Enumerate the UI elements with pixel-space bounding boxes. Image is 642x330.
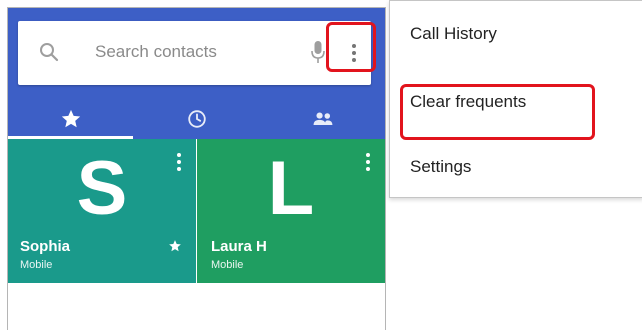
favorites-grid: S Sophia Mobile L Laura H Mobile <box>8 139 385 283</box>
menu-item-label: Call History <box>410 24 497 43</box>
contact-name: Sophia <box>20 238 71 255</box>
search-input[interactable]: Search contacts <box>95 42 217 62</box>
contact-more-icon[interactable] <box>174 153 184 175</box>
menu-item-clear-frequents[interactable]: Clear frequents <box>390 73 642 133</box>
favorite-tile-laura-h[interactable]: L Laura H Mobile <box>197 139 385 283</box>
contact-more-icon[interactable] <box>363 153 373 175</box>
contact-name: Laura H <box>211 238 267 255</box>
tab-bar <box>8 98 385 139</box>
menu-item-call-history[interactable]: Call History <box>390 7 642 67</box>
menu-item-settings[interactable]: Settings <box>390 139 642 199</box>
tab-recents[interactable] <box>134 98 259 139</box>
favorite-tile-sophia[interactable]: S Sophia Mobile <box>8 139 196 283</box>
more-options-icon[interactable] <box>342 41 366 65</box>
contact-phone-type: Mobile <box>20 259 53 271</box>
search-icon[interactable] <box>38 41 60 63</box>
menu-item-label: Settings <box>410 157 472 176</box>
tab-favorites[interactable] <box>8 98 133 139</box>
people-icon <box>313 112 332 125</box>
menu-item-label: Clear frequents <box>410 92 527 111</box>
tab-contacts[interactable] <box>260 98 385 139</box>
contact-phone-type: Mobile <box>211 259 244 271</box>
star-icon <box>61 109 80 128</box>
contact-initial: S <box>76 146 128 231</box>
starred-icon <box>169 240 181 252</box>
clock-icon <box>187 110 206 128</box>
microphone-icon[interactable] <box>311 40 325 64</box>
contact-initial: L <box>267 146 315 231</box>
contacts-app: Search contacts S Sophia Mobile L Laura … <box>7 7 386 330</box>
search-box[interactable]: Search contacts <box>18 21 371 85</box>
overflow-menu: Call History Clear frequents Settings <box>389 0 642 198</box>
app-bar: Search contacts <box>8 8 385 139</box>
